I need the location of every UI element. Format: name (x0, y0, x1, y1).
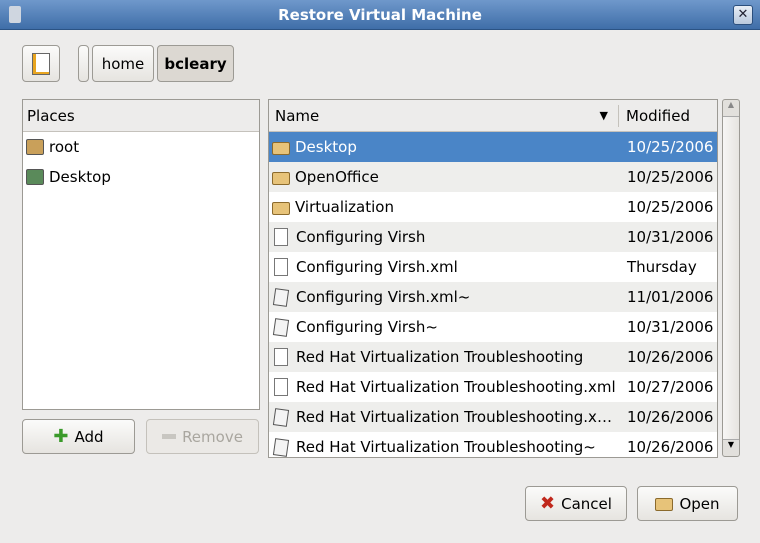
file-row[interactable]: Red Hat Virtualization Troubleshooting.x… (269, 402, 717, 432)
path-label: home (101, 54, 145, 73)
file-row[interactable]: Configuring Virsh~ 10/31/2006 (269, 312, 717, 342)
file-row[interactable]: Configuring Virsh 10/31/2006 (269, 222, 717, 252)
minus-icon (162, 434, 177, 439)
file-modified: 10/27/2006 (627, 378, 714, 396)
folder-icon (272, 141, 290, 155)
places-item[interactable]: root (23, 132, 259, 162)
title-bar: Restore Virtual Machine ✕ (0, 0, 760, 30)
file-modified: 10/25/2006 (627, 138, 714, 156)
document-icon (274, 348, 288, 366)
path-button-bcleary[interactable]: bcleary (157, 45, 234, 82)
file-name: Desktop (295, 138, 357, 156)
file-name: Configuring Virsh.xml~ (296, 288, 471, 306)
close-button[interactable]: ✕ (733, 5, 753, 25)
file-name: Red Hat Virtualization Troubleshooting~ (296, 438, 596, 456)
folder-icon (272, 171, 290, 185)
file-name: OpenOffice (295, 168, 379, 186)
cancel-button[interactable]: ✖ Cancel (525, 486, 627, 521)
file-name: Configuring Virsh (296, 228, 426, 246)
column-name-label: Name (275, 106, 320, 125)
remove-button[interactable]: Remove (146, 419, 259, 454)
file-row[interactable]: Virtualization 10/25/2006 (269, 192, 717, 222)
backup-file-icon (272, 317, 290, 337)
file-modified: 10/26/2006 (627, 348, 714, 366)
file-modified: 10/25/2006 (627, 168, 714, 186)
sort-down-icon: ▼ (599, 109, 608, 122)
cancel-icon: ✖ (540, 493, 556, 514)
scroll-thumb[interactable] (723, 116, 739, 440)
file-row[interactable]: Red Hat Virtualization Troubleshooting 10… (269, 342, 717, 372)
file-name: Configuring Virsh~ (296, 318, 438, 336)
type-location-button[interactable] (22, 45, 60, 82)
file-name: Red Hat Virtualization Troubleshooting (296, 348, 584, 366)
places-item-label: Desktop (49, 168, 111, 186)
edit-icon (32, 52, 50, 75)
folder-icon (272, 201, 290, 215)
file-modified: 10/26/2006 (627, 408, 714, 426)
backup-file-icon (272, 407, 290, 427)
remove-label: Remove (182, 427, 243, 446)
places-header[interactable]: Places (23, 100, 259, 132)
plus-icon: ✚ (53, 426, 69, 447)
file-row[interactable]: Configuring Virsh.xml Thursday (269, 252, 717, 282)
file-row[interactable]: Red Hat Virtualization Troubleshooting~ 1… (269, 432, 717, 457)
document-icon (274, 228, 288, 246)
window-title: Restore Virtual Machine (278, 6, 482, 24)
scroll-down-arrow[interactable]: ▼ (723, 440, 739, 456)
file-modified: 11/01/2006 (627, 288, 714, 306)
file-name: Virtualization (295, 198, 394, 216)
file-row[interactable]: Configuring Virsh.xml~ 11/01/2006 (269, 282, 717, 312)
file-row[interactable]: Desktop 10/25/2006 (269, 132, 717, 162)
backup-file-icon (272, 287, 290, 307)
file-modified: 10/25/2006 (627, 198, 714, 216)
path-label: bcleary (164, 54, 227, 73)
places-header-label: Places (27, 106, 75, 125)
file-modified: 10/31/2006 (627, 318, 714, 336)
document-icon (274, 258, 288, 276)
document-icon (274, 378, 288, 396)
column-name[interactable]: Name ▼ (269, 104, 619, 127)
home-folder-icon (26, 139, 44, 155)
places-panel: Places root Desktop (22, 99, 260, 410)
places-item[interactable]: Desktop (23, 162, 259, 192)
add-button[interactable]: ✚ Add (22, 419, 135, 454)
column-modified[interactable]: Modified (619, 107, 717, 125)
add-label: Add (74, 427, 104, 446)
open-label: Open (679, 494, 720, 513)
places-item-label: root (49, 138, 80, 156)
file-name: Red Hat Virtualization Troubleshooting.x… (296, 378, 616, 396)
cancel-label: Cancel (561, 494, 612, 513)
open-folder-icon (655, 498, 674, 511)
file-modified: 10/26/2006 (627, 438, 714, 456)
file-row[interactable]: Red Hat Virtualization Troubleshooting.x… (269, 372, 717, 402)
column-modified-label: Modified (626, 106, 691, 125)
path-scroll-left[interactable] (78, 45, 89, 82)
file-modified: Thursday (627, 258, 697, 276)
file-row[interactable]: OpenOffice 10/25/2006 (269, 162, 717, 192)
file-name: Configuring Virsh.xml (296, 258, 458, 276)
scroll-up-arrow[interactable]: ▲ (723, 100, 739, 116)
desktop-icon (26, 169, 44, 185)
file-name: Red Hat Virtualization Troubleshooting.x… (296, 408, 619, 426)
file-list: Name ▼ Modified Desktop 10/25/2006 OpenOffi… (268, 99, 718, 458)
scrollbar[interactable]: ▲ ▼ (722, 99, 740, 457)
backup-file-icon (272, 437, 290, 457)
open-button[interactable]: Open (637, 486, 738, 521)
path-button-home[interactable]: home (92, 45, 154, 82)
file-modified: 10/31/2006 (627, 228, 714, 246)
